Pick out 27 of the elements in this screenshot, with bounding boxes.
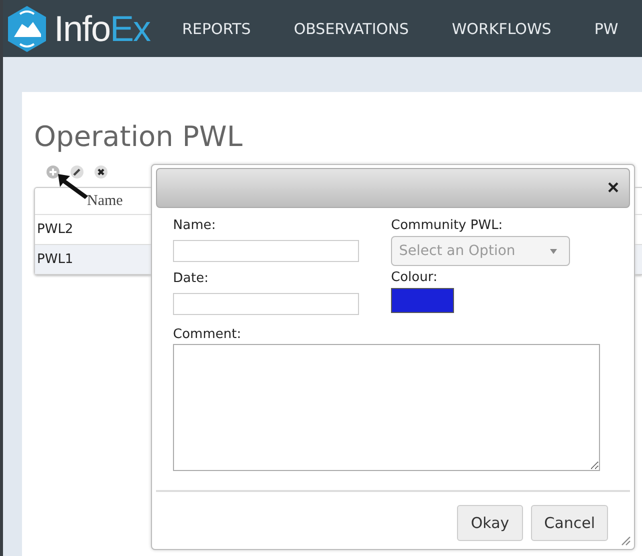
- name-field[interactable]: [173, 240, 359, 262]
- field-label: Community PWL:: [391, 218, 504, 234]
- logo-icon: [6, 4, 48, 54]
- nav-link[interactable]: REPORTS: [182, 20, 251, 38]
- comment-field[interactable]: [173, 344, 600, 471]
- app-wordmark: InfoEx: [54, 8, 150, 50]
- nav-link[interactable]: PW: [594, 20, 618, 38]
- field-label: Name:: [173, 218, 217, 234]
- add-icon[interactable]: [46, 165, 60, 179]
- field-label: Date:: [173, 271, 210, 287]
- date-field[interactable]: [173, 293, 359, 315]
- dialog-button[interactable]: Cancel: [531, 505, 608, 541]
- field-label: Colour:: [391, 270, 438, 286]
- page-title: Operation PWL: [34, 120, 244, 153]
- field-label: Comment:: [173, 327, 242, 343]
- table-cell-text: PWL2: [36, 222, 74, 237]
- edit-icon[interactable]: [70, 165, 84, 179]
- nav-link[interactable]: OBSERVATIONS: [294, 20, 409, 38]
- colour-swatch[interactable]: [391, 288, 454, 313]
- delete-icon[interactable]: [94, 165, 108, 179]
- close-button[interactable]: ×: [605, 178, 621, 198]
- table-cell-text: PWL1: [36, 252, 74, 267]
- column-header: Name: [87, 192, 123, 210]
- resize-grip-icon[interactable]: [621, 536, 631, 546]
- dialog-button[interactable]: Okay: [456, 505, 524, 541]
- caret-icon: [550, 248, 557, 254]
- nav-link[interactable]: WORKFLOWS: [452, 20, 552, 38]
